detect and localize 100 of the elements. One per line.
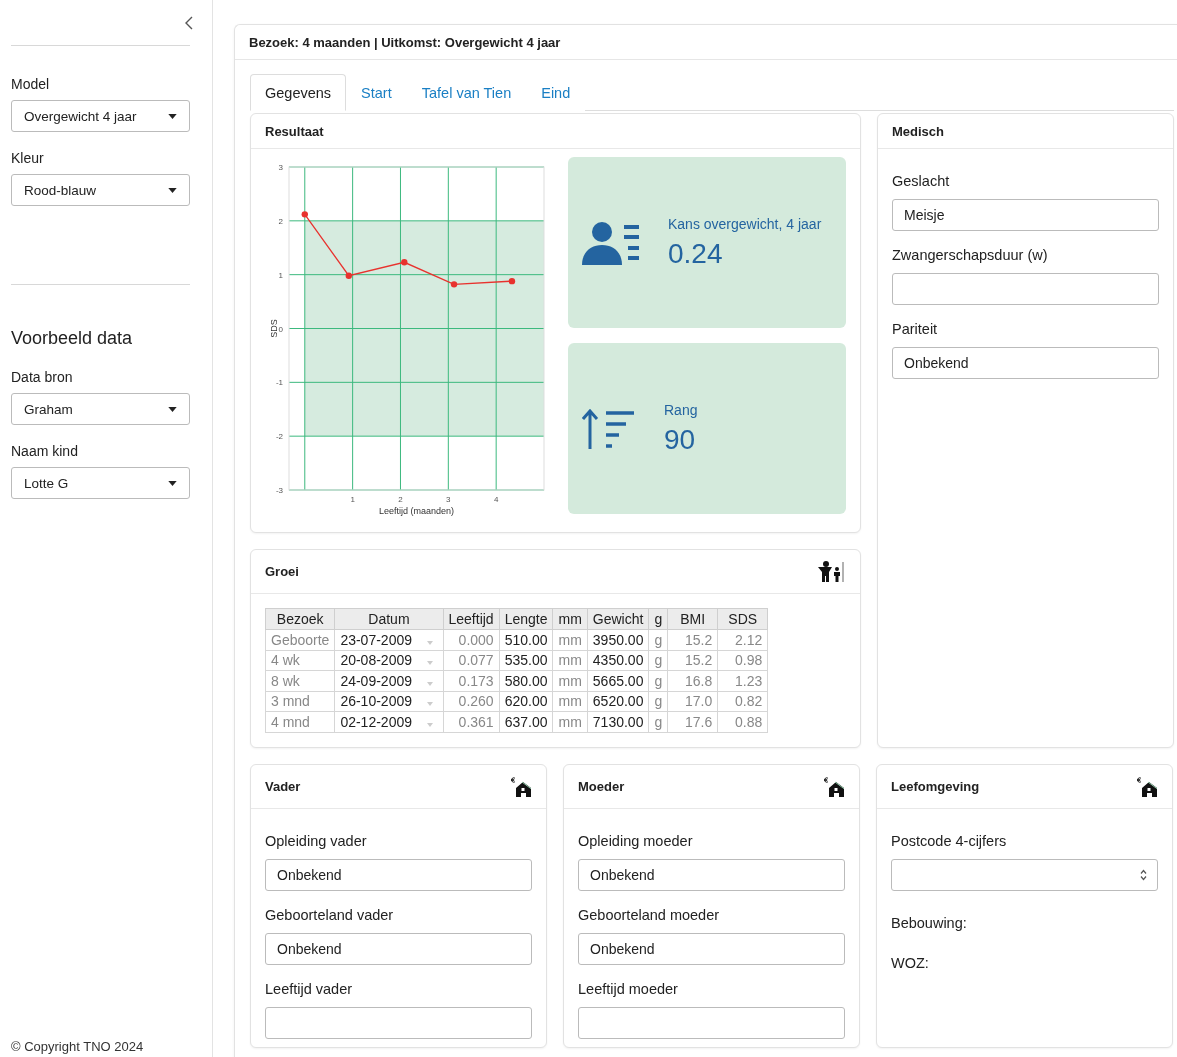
x-tick-label: 2: [398, 495, 403, 504]
dropdown-caret-icon: [426, 702, 433, 707]
table-cell: 8 wk: [265, 670, 335, 691]
tab[interactable]: Gegevens: [250, 74, 347, 111]
field-label: Bebouwing:: [891, 915, 968, 931]
table-cell: g: [648, 691, 668, 712]
table-cell: 3 mnd: [265, 691, 335, 712]
number-field[interactable]: [891, 859, 1158, 891]
card-title: Vader: [265, 779, 301, 794]
table-cell: 0.260: [443, 691, 500, 712]
spinner-icon: [1140, 869, 1147, 881]
table-cell: 0.077: [443, 650, 500, 671]
input-field[interactable]: Onbekend: [265, 859, 532, 891]
axis-title: SDS: [269, 319, 279, 338]
card-title: Groei: [265, 564, 299, 579]
field-label: Leeftijd moeder: [578, 981, 679, 997]
data-point: [450, 281, 458, 288]
field-label: Geslacht: [892, 173, 951, 189]
column-header: Datum: [334, 608, 443, 630]
growth-figures-icon: [816, 559, 846, 584]
field-label: Postcode 4-cijfers: [891, 833, 1008, 849]
table-cell: 535.00: [499, 650, 553, 671]
field-label: Opleiding moeder: [578, 833, 694, 849]
table-cell: 15.2: [667, 650, 718, 671]
data-point: [345, 272, 352, 279]
euro-house-icon: [510, 775, 532, 798]
card-title: Leefomgeving: [891, 779, 980, 794]
table-cell: mm: [553, 711, 588, 732]
euro-house-icon: [1136, 775, 1158, 798]
table-cell: 17.6: [667, 711, 718, 732]
data-point: [508, 277, 516, 285]
x-tick-label: 3: [446, 495, 451, 504]
table-cell: g: [648, 650, 668, 671]
dropdown-caret-icon: [426, 640, 433, 645]
dropdown-caret-icon: [426, 722, 433, 727]
input-field[interactable]: Onbekend: [578, 933, 845, 965]
field-label: Leeftijd vader: [265, 981, 354, 997]
field-label: Geboorteland vader: [265, 907, 395, 923]
select-field[interactable]: Overgewicht 4 jaar: [11, 100, 190, 132]
table-cell: mm: [553, 650, 588, 671]
table-cell: mm: [553, 670, 588, 691]
y-tick-label: 2: [278, 216, 283, 226]
input-field[interactable]: [892, 273, 1159, 305]
table-cell: 2.12: [717, 629, 768, 650]
field-label: Pariteit: [892, 321, 939, 337]
field-label: Data bron: [11, 369, 74, 385]
table-cell: 620.00: [499, 691, 553, 712]
table-cell: 15.2: [667, 629, 718, 650]
y-tick-label: -1: [275, 378, 283, 388]
field-label: Kleur: [11, 150, 45, 166]
field-label: Zwangerschapsduur (w): [892, 247, 1049, 263]
select-field[interactable]: Lotte G: [11, 467, 190, 499]
x-tick-label: 1: [350, 495, 355, 504]
table-cell: 0.173: [443, 670, 500, 691]
table-cell: 7130.00: [587, 711, 649, 732]
column-header: Leeftijd: [443, 608, 500, 630]
stat-label: Kans overgewicht, 4 jaar: [668, 215, 822, 232]
y-tick-label: 0: [278, 324, 283, 334]
y-tick-label: 1: [278, 270, 283, 280]
table-cell: 16.8: [667, 670, 718, 691]
caret-icon: [168, 406, 177, 412]
select-field[interactable]: Rood-blauw: [11, 174, 190, 206]
euro-house-icon: [823, 775, 845, 798]
column-header: Lengte: [499, 608, 553, 630]
data-point: [401, 259, 408, 266]
table-cell: g: [648, 711, 668, 732]
table-cell: 5665.00: [587, 670, 649, 691]
stat-label: Rang: [664, 401, 698, 418]
column-header: SDS: [717, 608, 768, 630]
input-field[interactable]: [265, 1007, 532, 1039]
person-list-icon: [582, 220, 640, 265]
y-tick-label: -2: [275, 432, 283, 442]
table-cell: 17.0: [667, 691, 718, 712]
section-heading: Voorbeeld data: [11, 328, 134, 349]
column-header: Bezoek: [265, 608, 335, 630]
table-cell: mm: [553, 629, 588, 650]
table-cell: 4350.00: [587, 650, 649, 671]
stat-value: 90: [664, 423, 697, 456]
select-field[interactable]: Graham: [11, 393, 190, 425]
input-field[interactable]: Onbekend: [578, 859, 845, 891]
column-header: Gewicht: [587, 608, 649, 630]
caret-icon: [168, 113, 177, 119]
table-cell: g: [648, 670, 668, 691]
table-cell: 580.00: [499, 670, 553, 691]
table-cell: 510.00: [499, 629, 553, 650]
table-cell: 0.98: [717, 650, 768, 671]
y-tick-label: -3: [275, 486, 283, 495]
visit-summary: Bezoek: 4 maanden | Uitkomst: Overgewicht 4 jaar: [249, 34, 561, 50]
dropdown-caret-icon: [426, 681, 433, 686]
input-field[interactable]: [578, 1007, 845, 1039]
table-cell: Geboorte: [265, 629, 335, 650]
table-cell: mm: [553, 691, 588, 712]
input-field[interactable]: Meisje: [892, 199, 1159, 231]
input-field[interactable]: Onbekend: [265, 933, 532, 965]
field-label: Geboorteland moeder: [578, 907, 721, 923]
copyright-text: © Copyright TNO 2024: [11, 1039, 144, 1054]
y-tick-label: 3: [278, 163, 283, 172]
field-label: Model: [11, 76, 51, 92]
field-label: Opleiding vader: [265, 833, 368, 849]
input-field[interactable]: Onbekend: [892, 347, 1159, 379]
